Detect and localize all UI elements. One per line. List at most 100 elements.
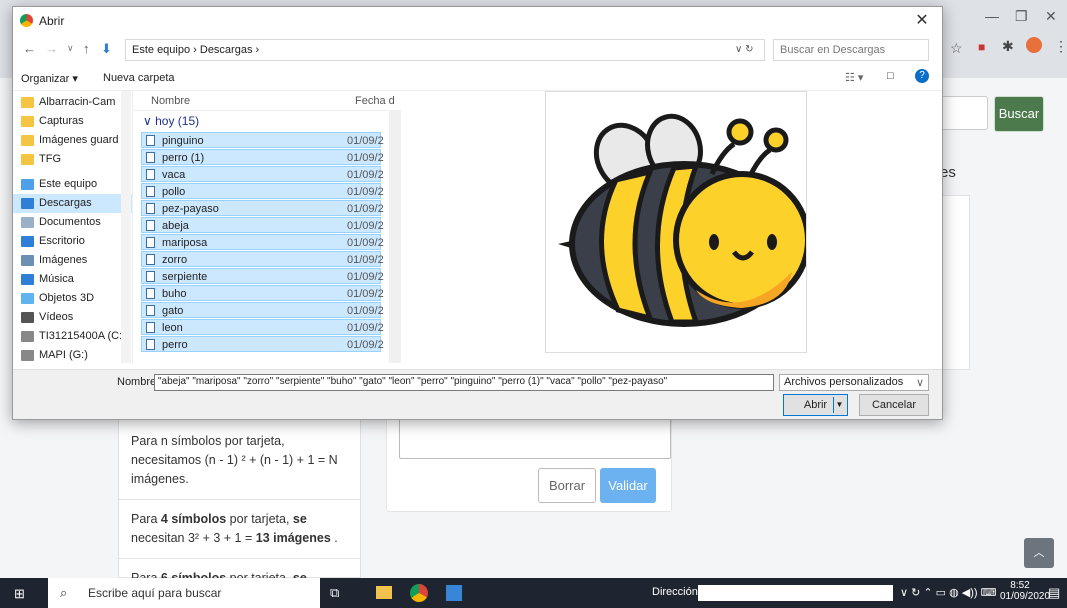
extension-icon[interactable]: ■ xyxy=(978,40,985,54)
address-row: ← → ∨ ↑ ⬇ Este equipo › Descargas › ∨ ↻ … xyxy=(13,35,942,65)
address-toolbar-input[interactable] xyxy=(698,585,893,601)
nav-item[interactable]: TFG xyxy=(13,150,132,169)
image-file-icon xyxy=(146,237,155,248)
open-dropdown-icon[interactable]: ▼ xyxy=(833,397,845,413)
file-row[interactable]: perro 01/09/2 xyxy=(141,336,384,352)
file-row[interactable]: pollo 01/09/2 xyxy=(141,183,384,199)
file-name: zorro xyxy=(162,254,188,266)
filename-input[interactable]: "abeja" "mariposa" "zorro" "serpiente" "… xyxy=(154,374,774,391)
organize-menu[interactable]: Organizar ▾ xyxy=(21,72,78,85)
chevron-down-icon[interactable]: ∨ xyxy=(67,43,74,54)
nav-item[interactable]: Albarracin-Cam xyxy=(13,93,132,112)
validate-button[interactable]: Validar xyxy=(600,468,656,503)
file-list[interactable]: Nombre Fecha d ∨ hoy (15) pinguino 01/09/… xyxy=(133,91,401,363)
image-file-icon xyxy=(146,305,155,316)
file-scrollbar[interactable] xyxy=(389,111,401,363)
star-icon[interactable]: ☆ xyxy=(950,40,963,57)
nav-item[interactable]: Descargas xyxy=(13,194,132,213)
file-row[interactable]: buho 01/09/2 xyxy=(141,285,384,301)
close-window-icon[interactable]: ✕ xyxy=(1045,8,1057,25)
scroll-top-button[interactable]: ︿ xyxy=(1024,538,1054,568)
answer-textarea[interactable] xyxy=(399,415,671,459)
nav-item[interactable]: Capturas xyxy=(13,112,132,131)
nav-item[interactable]: MAPI (G:) xyxy=(13,346,132,363)
avatar[interactable] xyxy=(1026,37,1042,53)
new-folder-button[interactable]: Nueva carpeta xyxy=(103,72,175,84)
address-bar[interactable]: Este equipo › Descargas › xyxy=(125,39,765,61)
dialog-search-input[interactable]: Buscar en Descargas xyxy=(773,39,929,61)
objects3d-icon xyxy=(21,293,34,304)
nav-item[interactable]: Imágenes xyxy=(13,251,132,270)
nav-item[interactable]: Música xyxy=(13,270,132,289)
menu-icon[interactable]: ⋮ xyxy=(1054,38,1067,55)
file-row[interactable]: vaca 01/09/2 xyxy=(141,166,384,182)
system-tray-icons[interactable]: ∨ ↻ ⌃ ▭ ◍ ◀)) ⌨ xyxy=(900,586,996,599)
nav-item[interactable]: Este equipo xyxy=(13,175,132,194)
file-row[interactable]: zorro 01/09/2 xyxy=(141,251,384,267)
nav-item[interactable]: Vídeos xyxy=(13,308,132,327)
file-date: 01/09/2 xyxy=(347,203,384,215)
nav-item-label: Objetos 3D xyxy=(39,292,95,304)
clear-button[interactable]: Borrar xyxy=(538,468,596,503)
image-file-icon xyxy=(146,186,155,197)
cancel-button[interactable]: Cancelar xyxy=(859,394,929,416)
back-icon[interactable]: ← xyxy=(23,41,36,56)
preview-pane-icon[interactable]: □ xyxy=(887,70,894,82)
file-row[interactable]: mariposa 01/09/2 xyxy=(141,234,384,250)
windows-start-icon[interactable]: ⊞ xyxy=(14,586,25,602)
file-date: 01/09/2 xyxy=(347,186,384,198)
up-icon[interactable]: ↑ xyxy=(83,41,90,56)
task-view-icon[interactable]: ⧉ xyxy=(330,585,339,601)
nav-item[interactable]: Escritorio xyxy=(13,232,132,251)
nav-item[interactable]: TI31215400A (C:) xyxy=(13,327,132,346)
nav-item[interactable]: Objetos 3D xyxy=(13,289,132,308)
image-file-icon xyxy=(146,152,155,163)
view-options-icon[interactable]: ☷ ▾ xyxy=(845,71,863,84)
chrome-taskbar-icon[interactable] xyxy=(410,584,428,602)
restore-icon[interactable]: ❐ xyxy=(1015,8,1028,25)
file-name: mariposa xyxy=(162,237,208,249)
filetype-select[interactable]: Archivos personalizados ∨ xyxy=(779,374,929,391)
open-button[interactable]: Abrir ▼ xyxy=(783,394,848,416)
page-search-button[interactable]: Buscar xyxy=(994,96,1044,132)
nav-item-label: Imágenes xyxy=(39,254,88,266)
image-file-icon xyxy=(146,203,155,214)
file-row[interactable]: pinguino 01/09/2 xyxy=(141,132,384,148)
refresh-icon[interactable]: ∨ ↻ xyxy=(735,44,753,55)
notifications-icon[interactable]: ▤ xyxy=(1048,585,1060,601)
group-header[interactable]: ∨ hoy (15) xyxy=(133,111,401,131)
download-folder-icon: ⬇ xyxy=(101,41,112,56)
forward-icon[interactable]: → xyxy=(45,41,58,56)
nav-item[interactable]: Documentos xyxy=(13,213,132,232)
documents-icon xyxy=(21,217,34,228)
file-row[interactable]: gato 01/09/2 xyxy=(141,302,384,318)
file-row[interactable]: serpiente 01/09/2 xyxy=(141,268,384,284)
help-icon[interactable]: ? xyxy=(915,69,929,83)
navigation-pane[interactable]: Albarracin-Cam Capturas Imágenes guard TFG E… xyxy=(13,91,133,363)
file-row[interactable]: perro (1) 01/09/2 xyxy=(141,149,384,165)
puzzle-icon[interactable]: ✱ xyxy=(1002,38,1014,55)
nav-item-label: Este equipo xyxy=(39,178,98,190)
info-text-1: Para n símbolos por tarjeta, necesitamos… xyxy=(131,434,338,486)
file-row[interactable]: abeja 01/09/2 xyxy=(141,217,384,233)
minimize-icon[interactable]: — xyxy=(985,8,999,24)
search-icon: ⌕ xyxy=(60,585,68,600)
file-name: serpiente xyxy=(162,271,208,283)
close-icon[interactable]: ✕ xyxy=(910,10,934,32)
filename-label: Nombre: xyxy=(117,376,160,388)
dialog-toolbar: Organizar ▾ Nueva carpeta ☷ ▾ □ ? xyxy=(13,65,942,91)
column-date[interactable]: Fecha d xyxy=(355,95,395,107)
clock[interactable]: 8:52 01/09/2020 xyxy=(1000,580,1050,602)
taskbar-search-input[interactable]: Escribe aquí para buscar xyxy=(48,578,320,608)
file-explorer-icon[interactable] xyxy=(376,586,392,599)
open-file-dialog: Abrir ✕ ← → ∨ ↑ ⬇ Este equipo › Descarga… xyxy=(12,6,943,420)
file-row[interactable]: pez-payaso 01/09/2 xyxy=(141,200,384,216)
download-icon xyxy=(21,198,34,209)
file-row[interactable]: leon 01/09/2 xyxy=(141,319,384,335)
nav-scrollbar[interactable] xyxy=(121,91,131,363)
column-name[interactable]: Nombre xyxy=(151,95,190,107)
info-text-2: Para 4 símbolos por tarjeta, se necesita… xyxy=(131,512,338,545)
nav-item[interactable]: Imágenes guard xyxy=(13,131,132,150)
app-taskbar-icon[interactable] xyxy=(446,585,462,601)
drive-icon xyxy=(21,331,34,342)
